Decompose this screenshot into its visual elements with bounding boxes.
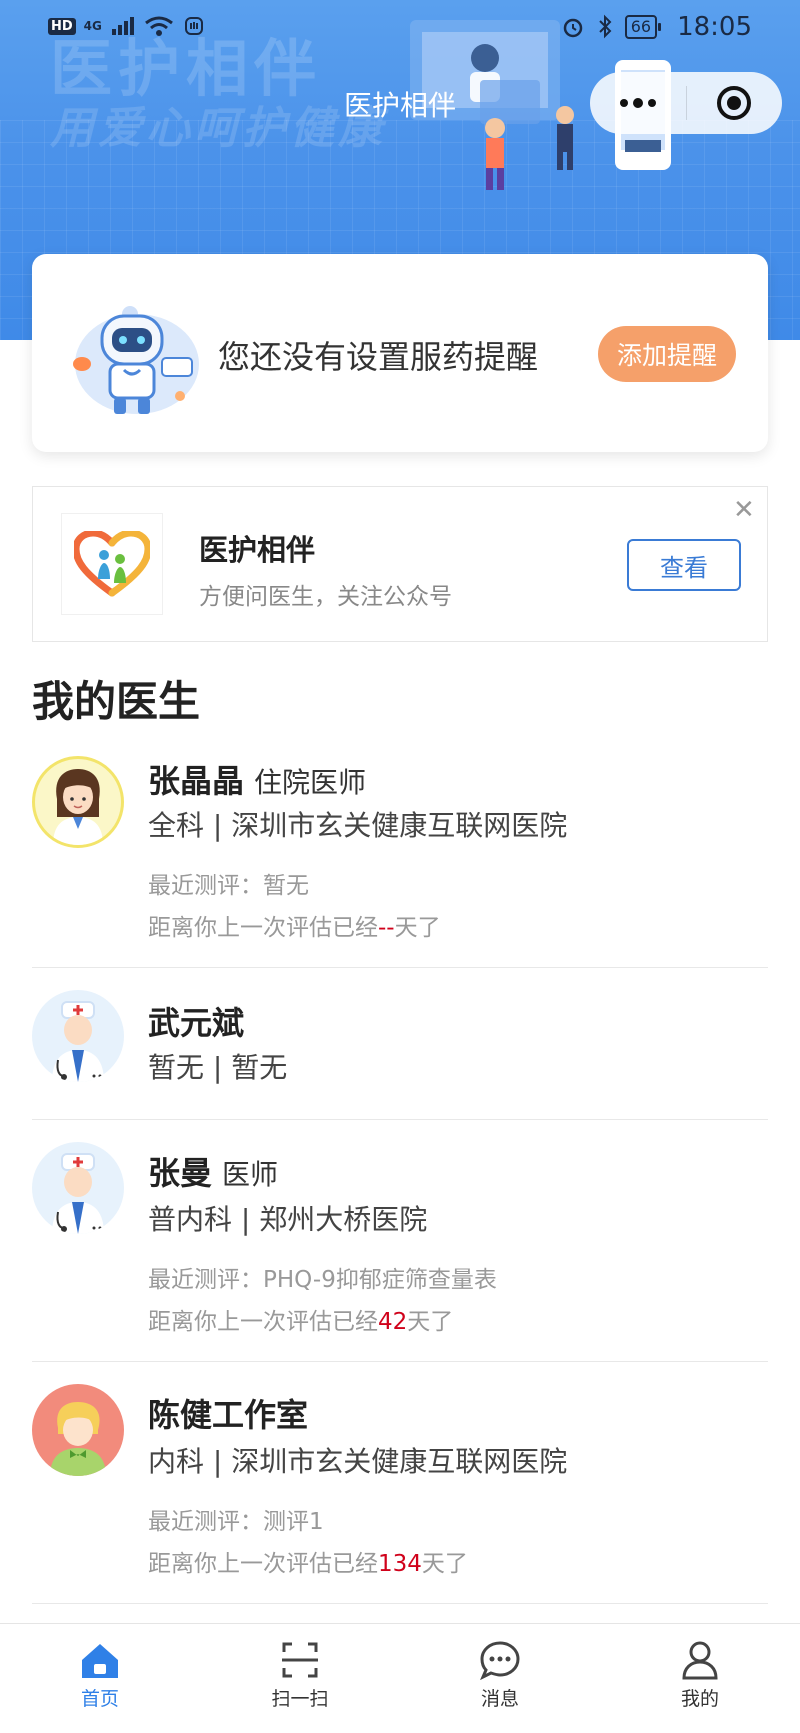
days-suffix: 天了 bbox=[407, 1309, 454, 1335]
tab-profile[interactable]: 我的 bbox=[600, 1624, 800, 1733]
my-doctors-title: 我的医生 bbox=[32, 677, 201, 726]
doctor-department-hospital: 全科 | 深圳市玄关健康互联网医院 bbox=[148, 809, 568, 842]
signal-icon bbox=[111, 17, 134, 35]
add-reminder-button[interactable]: 添加提醒 bbox=[598, 326, 736, 382]
days-prefix: 距离你上一次评估已经 bbox=[148, 1551, 378, 1577]
status-left: HD 4G bbox=[48, 14, 206, 38]
target-close-icon[interactable] bbox=[687, 72, 783, 134]
robot-doctor-icon bbox=[73, 306, 199, 414]
status-right: 66 18:05 bbox=[561, 12, 752, 42]
doctor-name: 张曼 医师 bbox=[148, 1148, 278, 1194]
heart-family-icon bbox=[74, 531, 150, 597]
official-account-card: 医护相伴 方便问医生，关注公众号 查看 ✕ bbox=[32, 486, 768, 642]
reminder-message: 您还没有设置服药提醒 bbox=[218, 338, 539, 376]
male-doctor-avatar bbox=[32, 1142, 124, 1234]
doctor-department-hospital: 暂无 | 暂无 bbox=[148, 1051, 288, 1084]
miniprogram-capsule bbox=[590, 72, 782, 134]
hand-icon bbox=[184, 17, 203, 35]
message-icon bbox=[480, 1641, 520, 1680]
doctor-latest-evaluation: 最近测评：测评1 bbox=[148, 1502, 324, 1536]
tab-home-label: 首页 bbox=[80, 1688, 119, 1710]
doctor-name-text: 张曼 bbox=[148, 1154, 213, 1192]
battery-indicator: 66 bbox=[624, 15, 662, 39]
network-label: 4G bbox=[83, 19, 102, 33]
tab-messages[interactable]: 消息 bbox=[400, 1624, 600, 1733]
doctor-latest-evaluation: 最近测评：PHQ-9抑郁症筛查量表 bbox=[148, 1260, 497, 1294]
doctor-name: 陈健工作室 bbox=[148, 1390, 308, 1436]
doctor-title: 住院医师 bbox=[254, 766, 367, 799]
doctor-name: 武元斌 bbox=[148, 998, 244, 1044]
home-icon bbox=[82, 1644, 118, 1678]
eval-value: 测评1 bbox=[263, 1509, 324, 1535]
tab-scan-label: 扫一扫 bbox=[271, 1688, 329, 1710]
doctor-title: 医师 bbox=[222, 1158, 279, 1191]
doctor-department-hospital: 普内科 | 郑州大桥医院 bbox=[148, 1203, 428, 1236]
doctor-card[interactable]: 张曼 医师 普内科 | 郑州大桥医院 最近测评：PHQ-9抑郁症筛查量表 距离你上… bbox=[32, 1120, 768, 1362]
status-bar: HD 4G 66 18:05 bbox=[0, 0, 800, 56]
tab-messages-label: 消息 bbox=[480, 1688, 519, 1710]
official-account-name: 医护相伴 bbox=[199, 533, 316, 567]
male-doctor-avatar bbox=[32, 990, 124, 1082]
doctor-days-since-eval: 距离你上一次评估已经--天了 bbox=[148, 908, 441, 942]
days-suffix: 天了 bbox=[421, 1551, 468, 1577]
tab-profile-label: 我的 bbox=[680, 1688, 719, 1710]
female-doctor-avatar bbox=[32, 756, 124, 848]
doctor-days-since-eval: 距离你上一次评估已经42天了 bbox=[148, 1302, 453, 1336]
more-dots-icon[interactable] bbox=[590, 72, 686, 134]
doctor-card[interactable]: 陈健工作室 内科 | 深圳市玄关健康互联网医院 最近测评：测评1 距离你上一次评… bbox=[32, 1362, 768, 1604]
days-value: 134 bbox=[378, 1551, 422, 1577]
days-suffix: 天了 bbox=[394, 915, 441, 941]
doctor-card[interactable]: 武元斌 暂无 | 暂无 bbox=[32, 968, 768, 1120]
days-prefix: 距离你上一次评估已经 bbox=[148, 1309, 378, 1335]
medication-reminder-card: 您还没有设置服药提醒 添加提醒 bbox=[32, 254, 768, 452]
official-account-logo bbox=[61, 513, 163, 615]
doctor-department-hospital: 内科 | 深圳市玄关健康互联网医院 bbox=[148, 1445, 568, 1478]
view-official-account-button[interactable]: 查看 bbox=[627, 539, 741, 591]
eval-prefix: 最近测评： bbox=[148, 1509, 263, 1535]
doctor-name-text: 陈健工作室 bbox=[148, 1396, 309, 1434]
doctor-days-since-eval: 距离你上一次评估已经134天了 bbox=[148, 1544, 468, 1578]
eval-prefix: 最近测评： bbox=[148, 873, 263, 899]
doctor-name-text: 张晶晶 bbox=[148, 762, 245, 800]
doctor-name: 张晶晶 住院医师 bbox=[148, 756, 366, 802]
tab-scan[interactable]: 扫一扫 bbox=[200, 1624, 400, 1733]
days-value: -- bbox=[378, 915, 395, 941]
tab-home[interactable]: 首页 bbox=[0, 1624, 200, 1733]
official-account-description: 方便问医生，关注公众号 bbox=[199, 584, 452, 610]
eval-value: 暂无 bbox=[263, 873, 309, 899]
bluetooth-icon bbox=[598, 14, 612, 39]
eval-value: PHQ-9抑郁症筛查量表 bbox=[263, 1267, 497, 1293]
days-prefix: 距离你上一次评估已经 bbox=[148, 915, 378, 941]
hd-badge: HD bbox=[48, 17, 76, 35]
close-icon[interactable]: ✕ bbox=[733, 495, 755, 525]
eval-prefix: 最近测评： bbox=[148, 1267, 263, 1293]
studio-avatar bbox=[32, 1384, 124, 1476]
doctor-card[interactable]: 张晶晶 住院医师 全科 | 深圳市玄关健康互联网医院 最近测评：暂无 距离你上一次… bbox=[32, 742, 768, 968]
doctor-name-text: 武元斌 bbox=[148, 1004, 245, 1042]
user-icon bbox=[682, 1641, 718, 1680]
days-value: 42 bbox=[378, 1309, 408, 1335]
wifi-icon bbox=[144, 16, 173, 36]
doctor-latest-evaluation: 最近测评：暂无 bbox=[148, 866, 309, 900]
alarm-icon bbox=[563, 18, 582, 38]
scan-icon bbox=[282, 1642, 318, 1678]
bottom-tab-bar: 首页 扫一扫 消息 我的 bbox=[0, 1623, 800, 1733]
status-time: 18:05 bbox=[677, 12, 752, 42]
